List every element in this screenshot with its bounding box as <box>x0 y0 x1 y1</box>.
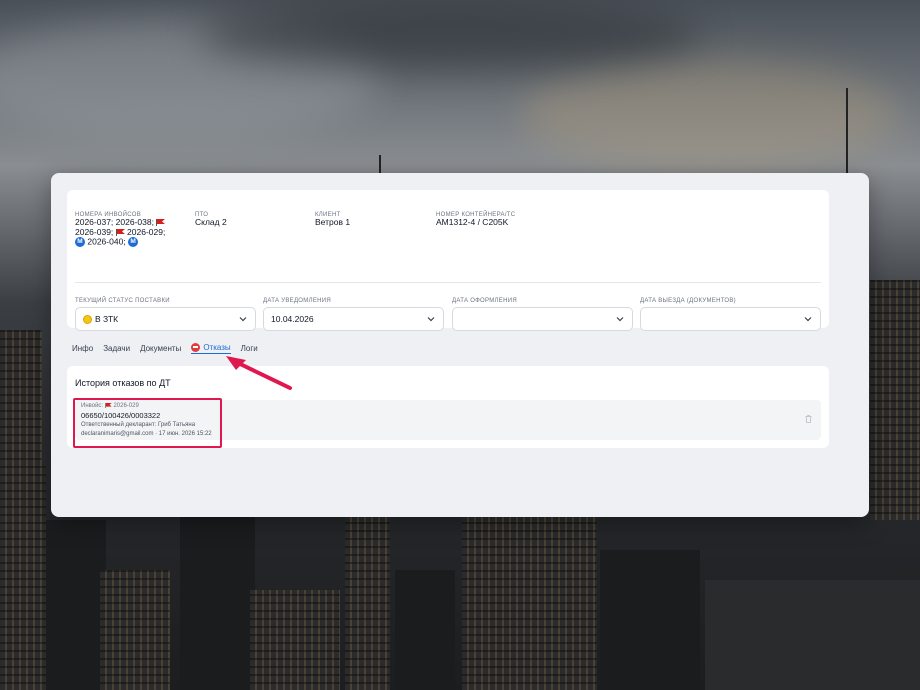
pointer-arrow-icon <box>226 356 292 390</box>
chevron-down-icon <box>616 317 624 322</box>
invoices-value: 2026-037; 2026-038; 2026-039; 2026-029; … <box>75 217 185 247</box>
notify-date-select[interactable]: 10.04.2026 <box>263 307 444 331</box>
red-flag-icon <box>156 219 166 227</box>
status-field: Текущий статус поставки В ЗТК <box>75 298 256 331</box>
tab-tasks-label: Задачи <box>103 344 131 353</box>
clear-date-field: Дата оформления <box>452 298 633 331</box>
notify-date-field: Дата уведомления 10.04.2026 <box>263 298 444 331</box>
exit-date-label: Дата выезда (документов) <box>640 298 736 304</box>
trash-icon[interactable] <box>805 415 812 423</box>
client-field: Клиент Ветров 1 <box>315 212 350 228</box>
tab-info[interactable]: Инфо <box>72 343 93 354</box>
metro-icon: M <box>128 237 139 247</box>
notify-date-label: Дата уведомления <box>263 298 331 304</box>
metro-icon: M <box>75 237 85 247</box>
tab-info-label: Инфо <box>72 344 94 353</box>
chevron-down-icon <box>804 317 812 322</box>
pto-field: ПТО Склад 2 <box>195 212 227 228</box>
tab-refusals-label: Отказы <box>203 343 231 352</box>
red-flag-icon <box>115 228 125 236</box>
shipment-modal: Номера инвойсов 2026-037; 2026-038; 2026… <box>51 173 869 517</box>
invoices-line1: 2026-037; 2026-038; <box>75 217 154 227</box>
status-select[interactable]: В ЗТК <box>75 307 256 331</box>
clear-date-label: Дата оформления <box>452 298 517 304</box>
client-value: Ветров 1 <box>315 217 351 227</box>
exit-date-select[interactable] <box>640 307 821 331</box>
status-coin-icon <box>83 314 92 324</box>
shipment-summary-card: Номера инвойсов 2026-037; 2026-038; 2026… <box>67 190 829 331</box>
notify-date-value: 10.04.2026 <box>271 314 314 324</box>
invoices-field: Номера инвойсов 2026-037; 2026-038; 2026… <box>75 212 185 247</box>
container-field: Номер контейнера/ТС AM1312-4 / C205K <box>436 212 515 228</box>
tab-documents[interactable]: Документы <box>140 343 181 354</box>
status-value: В ЗТК <box>95 314 119 324</box>
refusal-icon <box>191 343 201 352</box>
refusal-entry-highlight <box>73 398 222 448</box>
refusal-history-title: История отказов по ДТ <box>75 378 171 388</box>
clear-date-select[interactable] <box>452 307 633 331</box>
container-value: AM1312-4 / C205K <box>436 217 509 227</box>
invoices-line2b: 2026-029; <box>127 226 166 237</box>
tab-documents-label: Документы <box>140 344 182 353</box>
tab-tasks[interactable]: Задачи <box>103 343 130 354</box>
status-label: Текущий статус поставки <box>75 298 170 304</box>
chevron-down-icon <box>427 317 435 322</box>
invoices-line3: 2026-040; <box>87 236 126 247</box>
invoices-line2a: 2026-039; <box>75 226 114 237</box>
chevron-down-icon <box>239 317 247 322</box>
pto-value: Склад 2 <box>195 217 227 227</box>
summary-divider <box>75 282 821 283</box>
exit-date-field: Дата выезда (документов) <box>640 298 821 331</box>
